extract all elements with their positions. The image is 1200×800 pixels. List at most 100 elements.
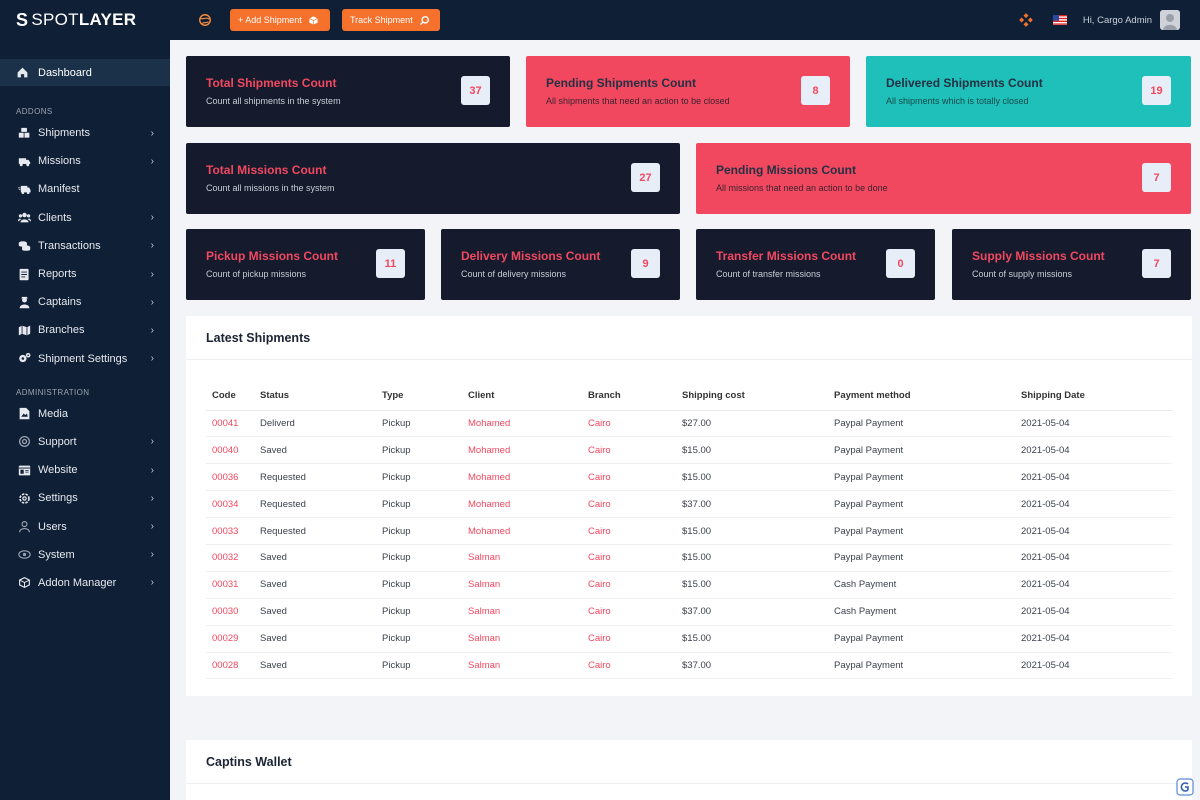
table-row[interactable]: 00033 Requested Pickup Mohamed Cairo $15.00 Pa… (206, 517, 1172, 545)
track-shipment-button[interactable]: Track Shipment (342, 9, 440, 31)
sidebar-item-system[interactable]: System › (0, 541, 170, 569)
client-link[interactable]: Salman (462, 544, 582, 572)
client-link[interactable]: Salman (462, 652, 582, 680)
card-subtitle: Count all missions in the system (206, 183, 335, 193)
branch-link[interactable]: Cairo (582, 625, 676, 653)
column-header-client[interactable]: Client (462, 382, 582, 411)
branch-link[interactable]: Cairo (582, 410, 676, 438)
sidebar-item-media[interactable]: Media (0, 400, 170, 428)
sidebar-item-shipments[interactable]: Shipments › (0, 119, 170, 147)
sidebar-item-manifest[interactable]: Manifest (0, 175, 170, 203)
branch-link[interactable]: Cairo (582, 544, 676, 572)
shipment-code-link[interactable]: 00030 (206, 598, 254, 626)
sidebar-item-reports[interactable]: Reports › (0, 260, 170, 288)
table-row[interactable]: 00032 Saved Pickup Salman Cairo $15.00 Paypal … (206, 544, 1172, 572)
sidebar-item-addon-manager[interactable]: Addon Manager › (0, 569, 170, 597)
shipment-code-link[interactable]: 00031 (206, 571, 254, 599)
support-icon (16, 435, 32, 449)
stat-card-total-missions-count[interactable]: Total Missions Count Count all missions i… (186, 143, 680, 214)
users-icon (16, 211, 32, 225)
client-link[interactable]: Mohamed (462, 410, 582, 438)
type-cell: Pickup (376, 490, 462, 519)
column-header-shipping-date[interactable]: Shipping Date (1015, 382, 1172, 411)
chevron-right-icon: › (150, 155, 154, 167)
status-cell: Requested (254, 517, 376, 545)
add-shipment-button[interactable]: + Add Shipment (230, 9, 330, 31)
sidebar-item-missions[interactable]: Missions › (0, 147, 170, 175)
branch-link[interactable]: Cairo (582, 463, 676, 492)
sidebar-item-settings[interactable]: Settings › (0, 484, 170, 512)
branch-link[interactable]: Cairo (582, 490, 676, 519)
sidebar-item-website[interactable]: Website › (0, 456, 170, 484)
card-subtitle: All shipments that need an action to be … (546, 96, 730, 106)
shipping-cost-cell: $15.00 (676, 463, 828, 492)
sidebar-item-shipment-settings[interactable]: Shipment Settings › (0, 345, 170, 373)
shipment-code-link[interactable]: 00028 (206, 652, 254, 680)
sidebar-item-transactions[interactable]: Transactions › (0, 232, 170, 260)
column-header-type[interactable]: Type (376, 382, 462, 411)
table-row[interactable]: 00028 Saved Pickup Salman Cairo $37.00 Paypal … (206, 652, 1172, 680)
branch-link[interactable]: Cairo (582, 517, 676, 545)
table-row[interactable]: 00034 Requested Pickup Mohamed Cairo $37.00 Pa… (206, 490, 1172, 519)
client-link[interactable]: Mohamed (462, 517, 582, 545)
globe-icon[interactable] (198, 13, 212, 27)
column-header-payment-method[interactable]: Payment method (828, 382, 1015, 411)
column-header-shipping-cost[interactable]: Shipping cost (676, 382, 828, 411)
sidebar-item-users[interactable]: Users › (0, 512, 170, 540)
sidebar-item-dashboard[interactable]: Dashboard (0, 59, 170, 86)
column-header-branch[interactable]: Branch (582, 382, 676, 411)
stat-card-supply-missions-count[interactable]: Supply Missions Count Count of supply mis… (952, 229, 1191, 300)
chevron-right-icon: › (150, 464, 154, 476)
chevron-right-icon: › (150, 240, 154, 252)
user-greeting[interactable]: Hi, Cargo Admin (1083, 15, 1152, 26)
panel-title: Latest Shipments (186, 316, 1192, 360)
shipment-code-link[interactable]: 00041 (206, 410, 254, 438)
shipment-code-link[interactable]: 00034 (206, 490, 254, 519)
payment-method-cell: Paypal Payment (828, 544, 1015, 572)
us-flag-icon[interactable] (1052, 15, 1067, 25)
column-header-code[interactable]: Code (206, 382, 254, 411)
chevron-right-icon: › (150, 127, 154, 139)
sidebar-item-clients[interactable]: Clients › (0, 204, 170, 232)
stat-card-pending-shipments-count[interactable]: Pending Shipments Count All shipments tha… (526, 56, 850, 127)
card-title: Delivered Shipments Count (886, 76, 1043, 90)
shipment-code-link[interactable]: 00033 (206, 517, 254, 545)
sidebar-item-captains[interactable]: Captains › (0, 288, 170, 316)
sidebar-item-label: Settings (38, 492, 78, 505)
shipment-code-link[interactable]: 00036 (206, 463, 254, 492)
shipment-code-link[interactable]: 00029 (206, 625, 254, 653)
table-row[interactable]: 00041 Deliverd Pickup Mohamed Cairo $27.00 Pay… (206, 410, 1172, 438)
sidebar-item-branches[interactable]: Branches › (0, 316, 170, 344)
branch-link[interactable]: Cairo (582, 436, 676, 465)
shipment-code-link[interactable]: 00040 (206, 436, 254, 465)
client-link[interactable]: Salman (462, 571, 582, 599)
avatar[interactable] (1160, 10, 1180, 30)
chevron-right-icon: › (150, 212, 154, 224)
sidebar-item-support[interactable]: Support › (0, 428, 170, 456)
stat-card-transfer-missions-count[interactable]: Transfer Missions Count Count of transfer… (696, 229, 935, 300)
client-link[interactable]: Mohamed (462, 436, 582, 465)
branch-link[interactable]: Cairo (582, 652, 676, 680)
table-row[interactable]: 00036 Requested Pickup Mohamed Cairo $15.00 Pa… (206, 463, 1172, 492)
type-cell: Pickup (376, 463, 462, 492)
table-row[interactable]: 00030 Saved Pickup Salman Cairo $37.00 Cash Pa… (206, 598, 1172, 626)
table-row[interactable]: 00031 Saved Pickup Salman Cairo $15.00 Cash Pa… (206, 571, 1172, 599)
client-link[interactable]: Mohamed (462, 490, 582, 519)
stat-card-pending-missions-count[interactable]: Pending Missions Count All missions that … (696, 143, 1191, 214)
client-link[interactable]: Salman (462, 625, 582, 653)
stat-card-delivered-shipments-count[interactable]: Delivered Shipments Count All shipments w… (866, 56, 1191, 127)
client-link[interactable]: Salman (462, 598, 582, 626)
branch-link[interactable]: Cairo (582, 571, 676, 599)
column-header-status[interactable]: Status (254, 382, 376, 411)
card-subtitle: All missions that need an action to be d… (716, 183, 888, 193)
brand-logo[interactable]: S SPOT LAYER (0, 0, 170, 40)
stat-card-total-shipments-count[interactable]: Total Shipments Count Count all shipments… (186, 56, 510, 127)
client-link[interactable]: Mohamed (462, 463, 582, 492)
branch-link[interactable]: Cairo (582, 598, 676, 626)
table-row[interactable]: 00029 Saved Pickup Salman Cairo $15.00 Paypal … (206, 625, 1172, 653)
stat-card-delivery-missions-count[interactable]: Delivery Missions Count Count of delivery… (441, 229, 680, 300)
table-row[interactable]: 00040 Saved Pickup Mohamed Cairo $15.00 Paypal… (206, 436, 1172, 465)
shipment-code-link[interactable]: 00032 (206, 544, 254, 572)
stat-card-pickup-missions-count[interactable]: Pickup Missions Count Count of pickup mis… (186, 229, 425, 300)
quick-actions-icon[interactable] (1018, 13, 1033, 27)
